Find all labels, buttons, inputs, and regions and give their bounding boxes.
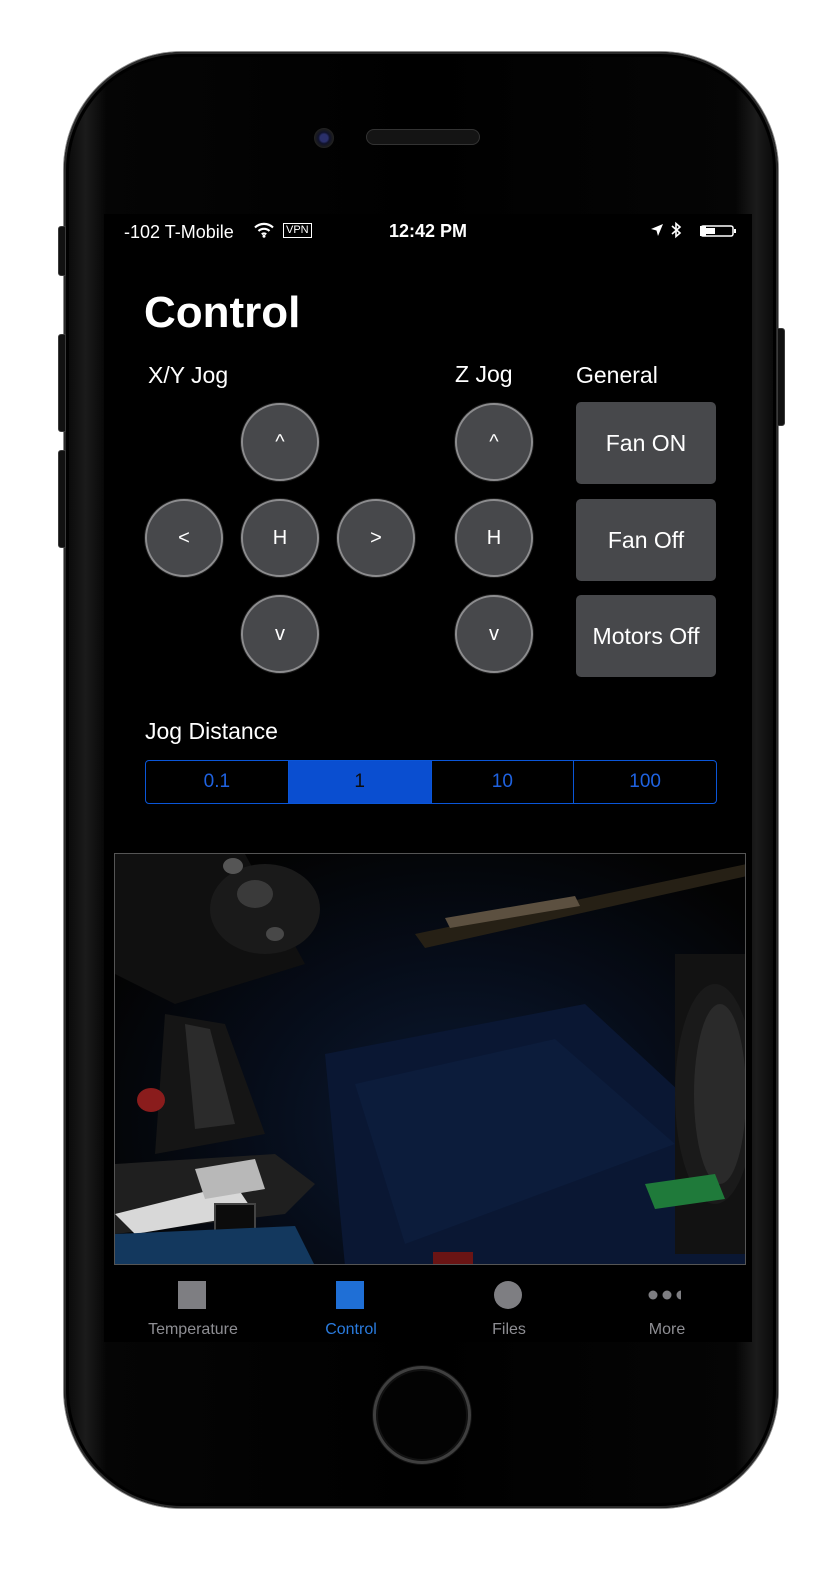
z-up-button[interactable]: ^ [455, 403, 533, 481]
motors-off-button[interactable]: Motors Off [576, 595, 716, 677]
power-button [777, 328, 785, 426]
volume-up-button [58, 334, 66, 432]
volume-down-button [58, 450, 66, 548]
xy-down-button[interactable]: v [241, 595, 319, 673]
webcam-image [115, 854, 745, 1264]
more-dots-icon [648, 1290, 681, 1300]
home-button[interactable] [373, 1366, 471, 1464]
square-icon [336, 1281, 364, 1309]
jog-distance-control: 0.1 1 10 100 [145, 760, 717, 804]
xy-left-button[interactable]: < [145, 499, 223, 577]
tab-files[interactable]: Files [430, 1265, 588, 1342]
tab-bar: Temperature Control Files More [104, 1265, 752, 1342]
tab-label: Temperature [148, 1321, 238, 1338]
status-bar: -102 T-Mobile VPN 12:42 PM [104, 214, 752, 248]
z-home-button[interactable]: H [455, 499, 533, 577]
z-jog-label: Z Jog [455, 361, 513, 387]
xy-home-button[interactable]: H [241, 499, 319, 577]
tab-control[interactable]: Control [272, 1265, 430, 1342]
general-label: General [576, 362, 658, 388]
tab-label: Files [492, 1321, 526, 1338]
battery-icon [700, 225, 736, 237]
jog-distance-option-10[interactable]: 10 [430, 761, 574, 803]
jog-distance-option-100[interactable]: 100 [573, 761, 716, 803]
front-camera [314, 128, 334, 148]
tab-label: More [648, 1321, 686, 1338]
jog-distance-label: Jog Distance [145, 718, 278, 744]
location-arrow-icon [651, 224, 663, 236]
tab-label: Control [325, 1321, 377, 1338]
circle-icon [494, 1281, 522, 1309]
earpiece-speaker [366, 129, 480, 145]
tab-temperature[interactable]: Temperature [114, 1265, 272, 1342]
xy-jog-label: X/Y Jog [148, 362, 229, 388]
jog-distance-option-1[interactable]: 1 [287, 761, 431, 803]
xy-up-button[interactable]: ^ [241, 403, 319, 481]
screen: -102 T-Mobile VPN 12:42 PM Control X/Y J… [104, 214, 752, 1342]
xy-right-button[interactable]: > [337, 499, 415, 577]
square-icon [178, 1281, 206, 1309]
fan-on-button[interactable]: Fan ON [576, 402, 716, 484]
webcam-feed [114, 853, 746, 1265]
page-title: Control [144, 288, 301, 337]
bluetooth-icon [671, 221, 682, 239]
tab-more[interactable]: More [588, 1265, 746, 1342]
fan-off-button[interactable]: Fan Off [576, 499, 716, 581]
jog-distance-option-0-1[interactable]: 0.1 [146, 761, 288, 803]
z-down-button[interactable]: v [455, 595, 533, 673]
silent-switch [58, 226, 66, 276]
